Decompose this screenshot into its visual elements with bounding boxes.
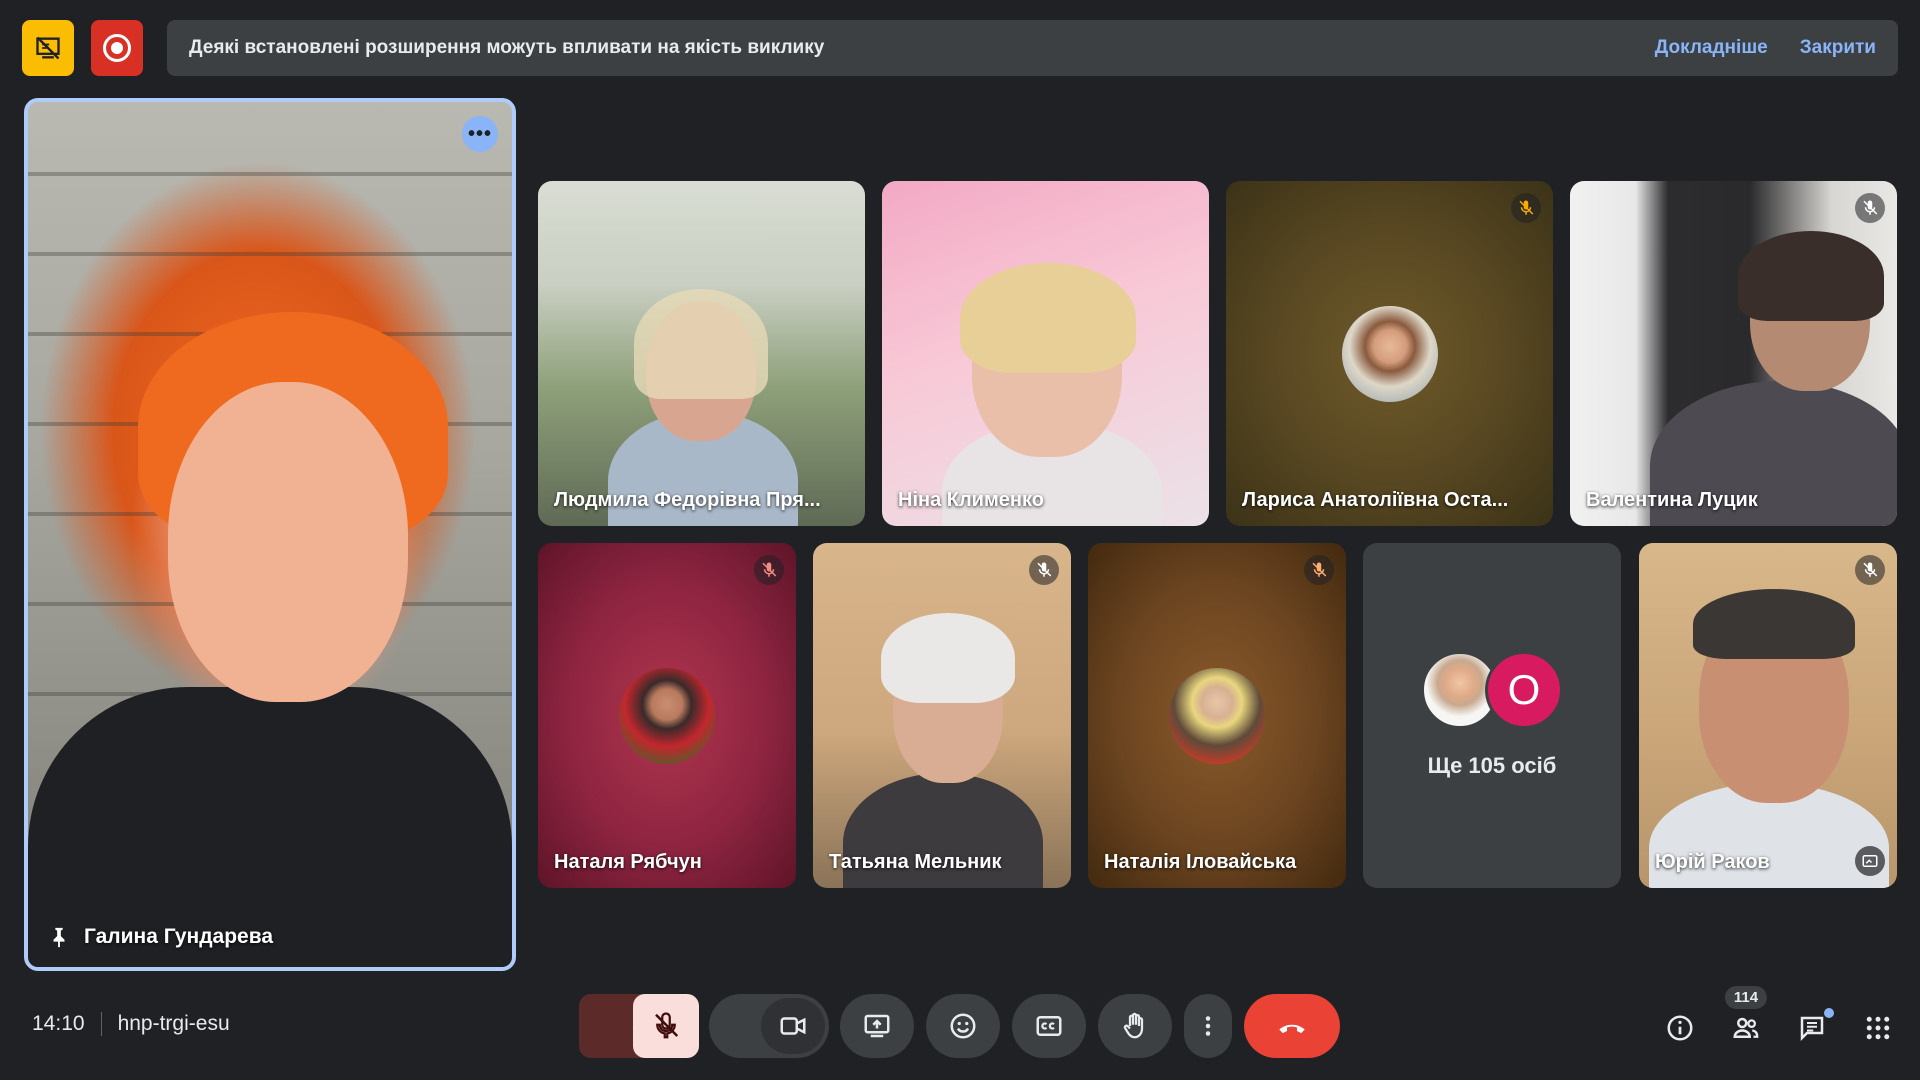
participant-name: Людмила Федорівна Пря...	[554, 489, 821, 511]
top-bar: Деякі встановлені розширення можуть впли…	[22, 20, 1898, 76]
raise-hand-button[interactable]	[1098, 994, 1172, 1058]
side-panel-controls: 114	[1662, 986, 1896, 1052]
extensions-warning-banner: Деякі встановлені розширення можуть впли…	[167, 20, 1898, 76]
participant-initial-avatar: O	[1485, 651, 1563, 729]
meeting-code: hnp-trgi-esu	[117, 1012, 230, 1035]
apps-grid-icon	[1866, 1016, 1890, 1040]
participant-tile[interactable]: Ніна Клименко	[882, 181, 1209, 526]
leave-call-button[interactable]	[1244, 994, 1340, 1058]
more-participants-tile[interactable]: O Ще 105 осіб	[1363, 543, 1621, 888]
pin-icon	[53, 927, 65, 948]
mic-off-icon	[655, 1012, 679, 1039]
participant-name: Лариса Анатоліївна Оста...	[1242, 489, 1509, 511]
participant-name: Валентина Луцик	[1586, 489, 1758, 511]
record-icon	[103, 34, 131, 62]
more-participants-avatars: O	[1421, 651, 1563, 729]
participant-hair	[1693, 589, 1855, 659]
fit-to-frame-button[interactable]	[1855, 846, 1885, 876]
hand-icon	[1123, 1012, 1144, 1039]
more-options-button[interactable]	[1184, 994, 1232, 1058]
more-participants-count: Ще 105 осіб	[1427, 753, 1557, 778]
frame-icon	[1862, 855, 1878, 867]
mic-off-icon	[1519, 200, 1534, 215]
participant-hair	[881, 613, 1015, 703]
info-icon	[1667, 1015, 1693, 1041]
mute-indicator	[1855, 193, 1885, 223]
participant-name: Юрій Раков	[1655, 851, 1770, 873]
wall-line	[28, 252, 512, 256]
mute-indicator	[1511, 193, 1541, 223]
chat-icon	[1800, 1016, 1824, 1042]
microphone-control	[579, 994, 699, 1058]
participant-tile[interactable]: Лариса Анатоліївна Оста...	[1226, 181, 1553, 526]
reactions-button[interactable]	[926, 994, 1000, 1058]
extension-warning-button[interactable]	[22, 20, 74, 76]
camera-icon	[780, 1017, 806, 1035]
mute-indicator	[754, 555, 784, 585]
wall-line	[28, 172, 512, 176]
people-icon	[1733, 1017, 1759, 1038]
participant-tile[interactable]: Юрій Раков	[1639, 543, 1897, 888]
participant-name: Татьяна Мельник	[829, 851, 1002, 873]
participant-avatar	[619, 667, 715, 764]
participant-hair	[634, 289, 768, 399]
participant-avatar	[1341, 305, 1438, 402]
closed-captions-icon	[1036, 1016, 1062, 1036]
participant-hair	[960, 263, 1136, 373]
participant-tile[interactable]: Валентина Луцик	[1570, 181, 1897, 526]
close-banner-button[interactable]: Закрити	[1800, 37, 1876, 59]
activities-button[interactable]	[1860, 1010, 1896, 1046]
participant-tile[interactable]: Наталія Іловайська	[1088, 543, 1346, 888]
participants-count-badge: 114	[1724, 986, 1768, 1009]
meeting-details-button[interactable]	[1662, 1010, 1698, 1046]
meeting-details: 14:10 hnp-trgi-esu	[32, 1012, 230, 1036]
participant-avatar	[1169, 667, 1265, 764]
people-button[interactable]: 114	[1724, 986, 1768, 1046]
captions-button[interactable]	[1012, 994, 1086, 1058]
more-vert-icon	[1205, 1016, 1211, 1036]
chat-button[interactable]	[1794, 1008, 1834, 1046]
participant-tile[interactable]: Наталя Рябчун	[538, 543, 796, 888]
divider	[100, 1012, 102, 1036]
present-screen-button[interactable]	[840, 994, 914, 1058]
toggle-camera-button[interactable]	[761, 998, 825, 1054]
mic-off-icon	[1863, 200, 1878, 215]
pinned-participant-tile[interactable]: ••• Галина Гундарева	[24, 98, 516, 971]
participant-name: Ніна Клименко	[898, 489, 1044, 511]
presentation-off-icon	[36, 36, 60, 60]
participant-tile[interactable]: Людмила Федорівна Пря...	[538, 181, 865, 526]
more-options-button[interactable]: •••	[462, 116, 498, 152]
pinned-name-label: Галина Гундарева	[48, 925, 273, 949]
learn-more-link[interactable]: Докладніше	[1655, 37, 1768, 59]
banner-message: Деякі встановлені розширення можуть впли…	[189, 37, 825, 58]
participant-name: Галина Гундарева	[84, 925, 274, 948]
participant-hair	[1738, 231, 1884, 321]
mic-off-icon	[1037, 562, 1052, 577]
chat-notification-dot	[1824, 1008, 1834, 1018]
camera-control	[709, 994, 829, 1058]
call-end-icon	[1279, 1024, 1305, 1034]
mute-indicator	[1304, 555, 1334, 585]
toggle-microphone-button[interactable]	[633, 994, 699, 1058]
present-screen-icon	[864, 1014, 890, 1038]
clock: 14:10	[32, 1012, 85, 1035]
mic-off-icon	[1312, 562, 1327, 577]
emoji-icon	[950, 1013, 976, 1039]
mic-off-icon	[762, 562, 777, 577]
recording-button[interactable]	[91, 20, 143, 76]
participant-name: Наталя Рябчун	[554, 851, 702, 873]
participant-tile[interactable]: Татьяна Мельник	[813, 543, 1071, 888]
participant-face	[168, 382, 408, 702]
mute-indicator	[1029, 555, 1059, 585]
mic-off-icon	[1863, 562, 1878, 577]
participant-name: Наталія Іловайська	[1104, 851, 1297, 873]
mute-indicator	[1855, 555, 1885, 585]
